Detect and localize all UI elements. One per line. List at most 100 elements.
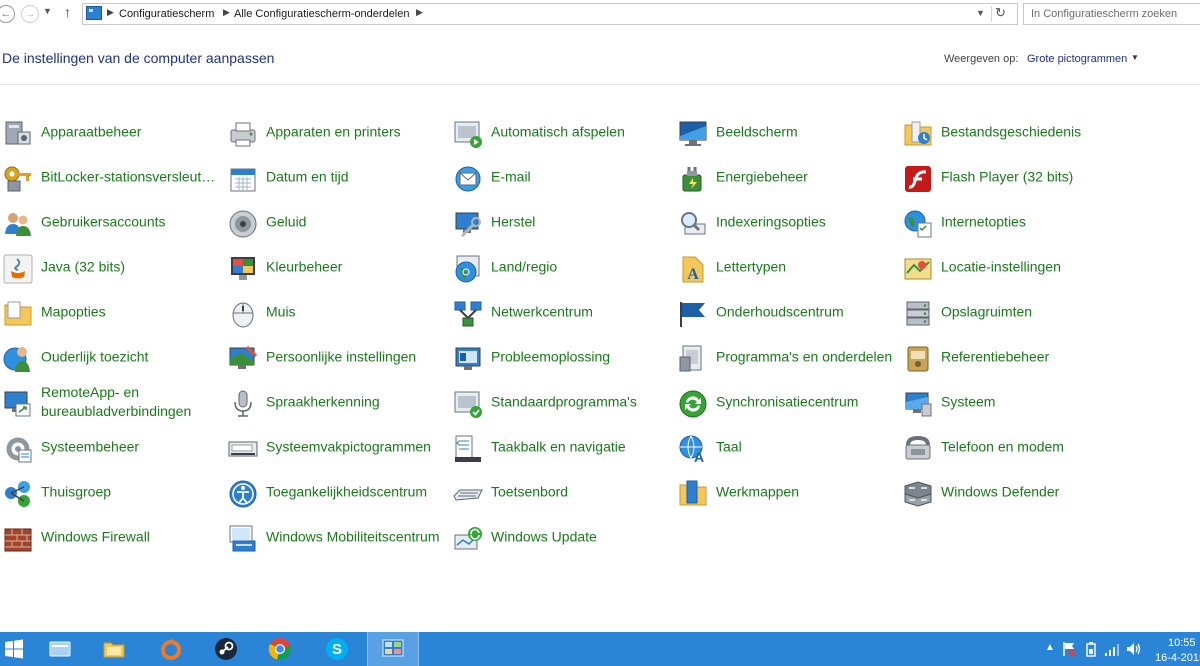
cp-item-work-folders[interactable]: Werkmappen — [677, 470, 897, 510]
cp-item-troubleshooting[interactable]: Probleemoplossing — [452, 335, 672, 375]
cp-item-windows-firewall[interactable]: Windows Firewall — [2, 515, 222, 555]
start-button[interactable] — [4, 639, 24, 659]
action-center-flag-icon[interactable] — [1062, 641, 1076, 657]
cp-item-recovery[interactable]: Herstel — [452, 200, 672, 240]
cp-item-action-center[interactable]: Onderhoudscentrum — [677, 290, 897, 330]
taskbar-chrome[interactable] — [255, 632, 305, 666]
language-icon: A — [677, 433, 709, 465]
cp-item-windows-update[interactable]: Windows Update — [452, 515, 672, 555]
cp-item-location-settings[interactable]: Locatie-instellingen — [902, 245, 1122, 285]
breadcrumb-all-items[interactable]: Alle Configuratiescherm-onderdelen — [234, 8, 409, 20]
cp-item-devices-printers[interactable]: Apparaten en printers — [227, 110, 447, 150]
clock-date[interactable]: 16-4-2015 — [1155, 652, 1200, 664]
cp-item-phone-modem[interactable]: Telefoon en modem — [902, 425, 1122, 465]
breadcrumb-configuratiescherm[interactable]: Configuratiescherm — [119, 8, 214, 20]
taskbar-steam[interactable] — [201, 632, 251, 666]
cp-item-network-center[interactable]: Netwerkcentrum — [452, 290, 672, 330]
up-button[interactable]: ↑ — [64, 4, 71, 20]
cp-item-ease-of-access[interactable]: Toegankelijkheidscentrum — [227, 470, 447, 510]
cp-item-fonts[interactable]: A Lettertypen — [677, 245, 897, 285]
cp-item-default-programs[interactable]: Standaardprogramma's — [452, 380, 672, 420]
troubleshooting-icon — [452, 343, 484, 375]
cp-item-region[interactable]: Land/regio — [452, 245, 672, 285]
cp-item-label: Systeem — [941, 393, 996, 410]
cp-item-label: Gebruikersaccounts — [41, 213, 166, 230]
cp-item-label: Thuisgroep — [41, 483, 112, 500]
cp-item-user-accounts[interactable]: Gebruikersaccounts — [2, 200, 222, 240]
view-by-dropdown[interactable]: Grote pictogrammen — [1027, 53, 1127, 65]
clock-time[interactable]: 10:55 — [1168, 637, 1196, 649]
speech-recognition-icon — [227, 388, 259, 420]
cp-item-personalization[interactable]: Persoonlijke instellingen — [227, 335, 447, 375]
cp-item-homegroup[interactable]: Thuisgroep — [2, 470, 222, 510]
cp-item-color-management[interactable]: Kleurbeheer — [227, 245, 447, 285]
cp-item-sound[interactable]: Geluid — [227, 200, 447, 240]
taskbar-folder[interactable] — [89, 632, 139, 666]
address-dropdown-icon[interactable]: ▼ — [976, 8, 985, 18]
cp-item-admin-tools[interactable]: Systeembeheer — [2, 425, 222, 465]
cp-item-power-options[interactable]: Energiebeheer — [677, 155, 897, 195]
taskbar: S ▲ — [0, 632, 1200, 666]
taskbar-origin[interactable] — [146, 632, 196, 666]
show-hidden-icons-icon[interactable]: ▲ — [1045, 642, 1055, 653]
cp-item-label: Windows Defender — [941, 483, 1060, 500]
cp-item-flash-player[interactable]: Flash Player (32 bits) — [902, 155, 1122, 195]
color-management-icon — [227, 253, 259, 285]
recent-locations-dropdown[interactable]: ▼ — [43, 6, 52, 16]
address-field[interactable]: ▶ Configuratiescherm ▶ Alle Configuratie… — [82, 3, 1018, 25]
battery-icon[interactable] — [1084, 641, 1098, 657]
taskbar-file-explorer[interactable] — [35, 632, 85, 666]
cp-item-bitlocker[interactable]: BitLocker-stationsversleut… — [2, 155, 222, 195]
windows-firewall-icon — [2, 523, 34, 555]
cp-item-language[interactable]: A Taal — [677, 425, 897, 465]
location-settings-icon — [902, 253, 934, 285]
cp-item-label: Automatisch afspelen — [491, 123, 625, 140]
folder-app-icon — [103, 642, 125, 658]
cp-item-date-time[interactable]: Datum en tijd — [227, 155, 447, 195]
taskbar-skype[interactable]: S — [312, 632, 362, 666]
windows-defender-icon — [902, 478, 934, 510]
cp-item-label: Java (32 bits) — [41, 258, 126, 275]
search-input[interactable]: In Configuratiescherm zoeken — [1023, 3, 1200, 25]
cp-item-label: Probleemoplossing — [491, 348, 611, 365]
cp-item-windows-defender[interactable]: Windows Defender — [902, 470, 1122, 510]
back-button[interactable]: ← — [0, 5, 15, 23]
network-signal-icon[interactable] — [1104, 641, 1120, 657]
breadcrumb-separator-icon: ▶ — [107, 7, 114, 17]
volume-icon[interactable] — [1126, 641, 1142, 657]
cp-item-mobility-center[interactable]: Windows Mobiliteitscentrum — [227, 515, 447, 555]
taskbar-control-panel[interactable] — [367, 632, 419, 666]
forward-button[interactable]: → — [21, 5, 39, 23]
cp-item-label: Kleurbeheer — [266, 258, 343, 275]
cp-item-mouse[interactable]: Muis — [227, 290, 447, 330]
cp-item-autoplay[interactable]: Automatisch afspelen — [452, 110, 672, 150]
recovery-icon — [452, 208, 484, 240]
cp-item-taskbar-navigation[interactable]: Taakbalk en navigatie — [452, 425, 672, 465]
cp-item-display[interactable]: Beeldscherm — [677, 110, 897, 150]
cp-item-credential-manager[interactable]: Referentiebeheer — [902, 335, 1122, 375]
cp-item-internet-options[interactable]: Internetopties — [902, 200, 1122, 240]
cp-item-keyboard[interactable]: Toetsenbord — [452, 470, 672, 510]
svg-text:A: A — [687, 266, 699, 283]
refresh-icon[interactable]: ↻ — [995, 5, 1006, 21]
cp-item-folder-options[interactable]: Mapopties — [2, 290, 222, 330]
cp-item-notification-icons[interactable]: Systeemvakpictogrammen — [227, 425, 447, 465]
cp-item-file-history[interactable]: Bestandsgeschiedenis — [902, 110, 1122, 150]
cp-item-sync-center[interactable]: Synchronisatiecentrum — [677, 380, 897, 420]
cp-item-programs-features[interactable]: Programma's en onderdelen — [677, 335, 897, 375]
cp-item-remoteapp[interactable]: RemoteApp- en bureaubladverbindingen — [2, 380, 222, 420]
view-by-chevron-down-icon[interactable]: ▼ — [1131, 53, 1139, 62]
notification-icons-icon — [227, 433, 259, 465]
cp-item-system[interactable]: Systeem — [902, 380, 1122, 420]
cp-item-device-manager[interactable]: Apparaatbeheer — [2, 110, 222, 150]
cp-item-indexing-options[interactable]: Indexeringsopties — [677, 200, 897, 240]
cp-item-label: Energiebeheer — [716, 168, 808, 185]
cp-item-parental-controls[interactable]: Ouderlijk toezicht — [2, 335, 222, 375]
cp-item-speech-recognition[interactable]: Spraakherkenning — [227, 380, 447, 420]
cp-item-label: Systeemvakpictogrammen — [266, 438, 431, 455]
svg-text:S: S — [332, 641, 342, 658]
cp-item-storage-spaces[interactable]: Opslagruimten — [902, 290, 1122, 330]
folder-options-icon — [2, 298, 34, 330]
cp-item-java[interactable]: Java (32 bits) — [2, 245, 222, 285]
cp-item-mail[interactable]: E-mail — [452, 155, 672, 195]
